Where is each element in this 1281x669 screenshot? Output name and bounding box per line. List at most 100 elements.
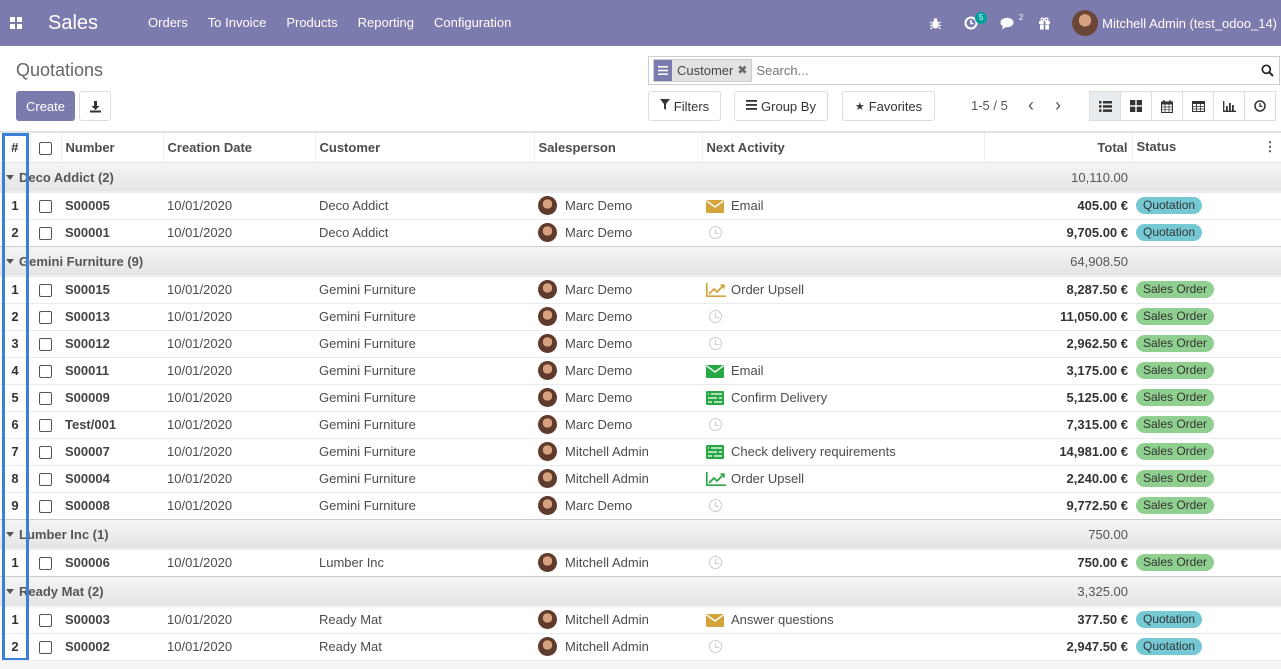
group-header-cell[interactable]: Gemini Furniture (9) xyxy=(0,245,984,276)
menu-orders[interactable]: Orders xyxy=(138,0,198,46)
create-button[interactable]: Create xyxy=(16,91,75,121)
menu-reporting[interactable]: Reporting xyxy=(348,0,424,46)
salesperson-avatar[interactable] xyxy=(538,223,557,242)
salesperson-avatar[interactable] xyxy=(538,553,557,572)
salesperson-avatar[interactable] xyxy=(538,280,557,299)
table-row[interactable]: 1 S00015 10/01/2020 Gemini Furniture Marc De… xyxy=(0,275,1281,303)
salesperson-avatar[interactable] xyxy=(538,496,557,515)
tasks-activity-icon[interactable] xyxy=(706,444,724,459)
row-checkbox[interactable] xyxy=(39,557,52,571)
optional-columns-icon[interactable]: ⋮ xyxy=(1264,139,1277,155)
clock-icon[interactable] xyxy=(709,556,722,569)
order-number[interactable]: S00011 xyxy=(61,356,163,384)
table-row[interactable]: 3 S00012 10/01/2020 Gemini Furniture Marc De… xyxy=(0,329,1281,357)
row-checkbox[interactable] xyxy=(39,365,52,379)
debug-bug-icon[interactable] xyxy=(918,0,953,46)
order-number[interactable]: S00015 xyxy=(61,275,163,303)
salesperson-avatar[interactable] xyxy=(538,307,557,326)
order-number[interactable]: S00013 xyxy=(61,302,163,330)
menu-configuration[interactable]: Configuration xyxy=(424,0,521,46)
order-number[interactable]: S00002 xyxy=(61,632,163,660)
salesperson-avatar[interactable] xyxy=(538,388,557,407)
favorites-button[interactable]: ★ Favorites xyxy=(842,91,935,121)
column-header-creation-date[interactable]: Creation Date xyxy=(163,131,316,163)
column-header-status[interactable]: Status ⋮ xyxy=(1132,131,1281,163)
apps-menu-icon[interactable] xyxy=(0,0,32,46)
list-view-icon[interactable] xyxy=(1089,91,1121,121)
pager-previous-icon[interactable]: ‹ xyxy=(1021,94,1041,118)
order-number[interactable]: S00001 xyxy=(61,218,163,246)
email-activity-icon[interactable] xyxy=(706,613,724,627)
gift-icon[interactable] xyxy=(1027,0,1062,46)
app-brand[interactable]: Sales xyxy=(48,12,98,35)
facet-remove-icon[interactable]: ✖ xyxy=(737,60,751,81)
pivot-view-icon[interactable] xyxy=(1182,91,1214,121)
messaging-chat-icon[interactable]: 2 xyxy=(989,0,1027,46)
salesperson-avatar[interactable] xyxy=(538,196,557,215)
row-checkbox[interactable] xyxy=(39,500,52,514)
export-download-button[interactable] xyxy=(79,91,111,121)
table-row[interactable]: 1 S00005 10/01/2020 Deco Addict Marc Demo Ema… xyxy=(0,191,1281,219)
salesperson-avatar[interactable] xyxy=(538,469,557,488)
upsell-activity-icon[interactable] xyxy=(706,282,726,297)
row-checkbox[interactable] xyxy=(39,284,52,298)
salesperson-avatar[interactable] xyxy=(538,610,557,629)
group-row[interactable]: Deco Addict (2) 10,110.00 xyxy=(0,161,1281,192)
filters-button[interactable]: Filters xyxy=(648,91,721,121)
table-row[interactable]: 6 Test/001 10/01/2020 Gemini Furniture Marc … xyxy=(0,410,1281,438)
order-number[interactable]: S00003 xyxy=(61,605,163,633)
select-all-checkbox[interactable] xyxy=(39,141,52,155)
user-menu[interactable]: Mitchell Admin (test_odoo_14) xyxy=(1062,10,1281,36)
kanban-view-icon[interactable] xyxy=(1120,91,1152,121)
clock-icon[interactable] xyxy=(709,226,722,239)
row-checkbox[interactable] xyxy=(39,446,52,460)
table-row[interactable]: 7 S00007 10/01/2020 Gemini Furniture Mitchel… xyxy=(0,437,1281,465)
table-row[interactable]: 2 S00001 10/01/2020 Deco Addict Marc Demo 9,7… xyxy=(0,218,1281,246)
group-header-cell[interactable]: Lumber Inc (1) xyxy=(0,518,984,549)
search-input[interactable] xyxy=(756,63,1255,78)
groupby-button[interactable]: Group By xyxy=(734,91,828,121)
search-icon[interactable] xyxy=(1255,59,1279,83)
table-row[interactable]: 2 S00013 10/01/2020 Gemini Furniture Marc De… xyxy=(0,302,1281,330)
table-row[interactable]: 1 S00003 10/01/2020 Ready Mat Mitchell Admin… xyxy=(0,605,1281,633)
row-checkbox[interactable] xyxy=(39,641,52,655)
group-row[interactable]: Ready Mat (2) 3,325.00 xyxy=(0,575,1281,606)
pager-next-icon[interactable]: › xyxy=(1048,94,1068,118)
group-row[interactable]: Lumber Inc (1) 750.00 xyxy=(0,518,1281,549)
order-number[interactable]: S00009 xyxy=(61,383,163,411)
salesperson-avatar[interactable] xyxy=(538,442,557,461)
calendar-view-icon[interactable] xyxy=(1151,91,1183,121)
activity-clock-icon[interactable]: 5 xyxy=(953,0,989,46)
email-activity-icon[interactable] xyxy=(706,364,724,378)
column-header-customer[interactable]: Customer xyxy=(315,131,535,163)
salesperson-avatar[interactable] xyxy=(538,637,557,657)
column-header-total[interactable]: Total xyxy=(984,131,1133,163)
salesperson-avatar[interactable] xyxy=(538,415,557,434)
row-checkbox[interactable] xyxy=(39,227,52,241)
pager-value[interactable]: 1-5 / 5 xyxy=(971,98,1008,113)
clock-icon[interactable] xyxy=(709,499,722,512)
row-checkbox[interactable] xyxy=(39,473,52,487)
menu-to-invoice[interactable]: To Invoice xyxy=(198,0,277,46)
order-number[interactable]: S00008 xyxy=(61,491,163,519)
column-header-next-activity[interactable]: Next Activity xyxy=(702,131,985,163)
clock-icon[interactable] xyxy=(709,640,722,654)
table-row[interactable]: 4 S00011 10/01/2020 Gemini Furniture Marc De… xyxy=(0,356,1281,384)
column-header-salesperson[interactable]: Salesperson xyxy=(534,131,703,163)
upsell-activity-icon[interactable] xyxy=(706,471,726,486)
row-checkbox[interactable] xyxy=(39,200,52,214)
row-checkbox[interactable] xyxy=(39,392,52,406)
order-number[interactable]: Test/001 xyxy=(61,410,163,438)
table-row[interactable]: 2 S00002 10/01/2020 Ready Mat Mitchell Admin… xyxy=(0,632,1281,660)
clock-icon[interactable] xyxy=(709,337,722,350)
table-row[interactable]: 1 S00006 10/01/2020 Lumber Inc Mitchell Admi… xyxy=(0,548,1281,576)
email-activity-icon[interactable] xyxy=(706,199,724,213)
menu-products[interactable]: Products xyxy=(276,0,347,46)
order-number[interactable]: S00005 xyxy=(61,191,163,219)
order-number[interactable]: S00007 xyxy=(61,437,163,465)
row-checkbox[interactable] xyxy=(39,614,52,628)
table-row[interactable]: 8 S00004 10/01/2020 Gemini Furniture Mitchel… xyxy=(0,464,1281,492)
group-header-cell[interactable]: Deco Addict (2) xyxy=(0,161,984,192)
tasks-activity-icon[interactable] xyxy=(706,390,724,405)
order-number[interactable]: S00012 xyxy=(61,329,163,357)
